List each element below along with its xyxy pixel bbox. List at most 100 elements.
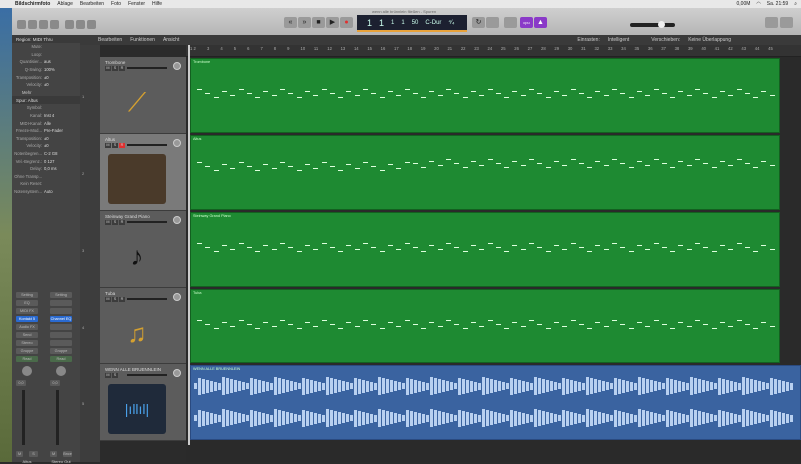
inspector-row[interactable]: Transposition: ±0 [12, 73, 80, 81]
solo-button[interactable]: S [29, 451, 38, 457]
inspector-button[interactable] [28, 20, 37, 29]
mixer-group-button[interactable]: Gruppe [16, 348, 38, 354]
menu-foto[interactable]: Foto [111, 1, 121, 7]
pan-knob[interactable] [56, 366, 66, 376]
search-icon[interactable]: ⌕ [794, 1, 797, 7]
inspector-value[interactable]: C-2 G8 [44, 151, 58, 156]
mute-button[interactable]: M [16, 451, 24, 457]
menu-app[interactable]: Bildschirmfoto [15, 1, 50, 7]
solo-button[interactable]: S [112, 297, 118, 302]
midi-region[interactable]: Altus [190, 135, 780, 210]
mixer-audiofx-button[interactable]: Audio FX [16, 324, 38, 330]
inspector-value[interactable]: ±0 [44, 143, 49, 148]
inspector-row[interactable]: MIDI-Kanal: Alle [12, 119, 80, 127]
track-name[interactable]: Altus [105, 137, 115, 142]
track-header[interactable]: Spur: Altus [12, 96, 80, 105]
inspector-row[interactable]: Kein Reset: [12, 180, 80, 188]
mixer-auto-button[interactable]: Read [16, 356, 38, 362]
midi-region[interactable]: Steinway Grand Piano [190, 212, 780, 287]
pan-knob[interactable] [173, 216, 181, 224]
rewind-button[interactable]: « [284, 17, 297, 28]
track-header[interactable]: Altus M S R [100, 134, 186, 211]
solo-button[interactable]: S [112, 66, 118, 71]
inspector-value[interactable]: 100% [44, 67, 55, 72]
inspector-row[interactable]: Vel.-Begrenz.: 0 127 [12, 157, 80, 165]
inspector-row[interactable]: Freeze-Mod... Pre-Fader [12, 127, 80, 135]
master-volume-slider[interactable] [630, 21, 675, 28]
inspector-row[interactable]: Kanal: Inst 4 [12, 112, 80, 120]
playhead[interactable] [188, 45, 190, 445]
solo-button[interactable]: Bnce [63, 451, 72, 457]
toolbar-button[interactable] [50, 20, 59, 29]
metronome-button[interactable]: ▲ [534, 17, 547, 28]
volume-fader[interactable] [22, 390, 25, 445]
menu-hilfe[interactable]: Hilfe [152, 1, 162, 7]
track-header[interactable]: Trombone M S R ⟋ [100, 57, 186, 134]
mixer-plugin-button[interactable]: Channel EQ [50, 316, 72, 322]
mixer-plugin-button[interactable]: Kontakt 5 [16, 316, 38, 322]
inspector-value[interactable]: 0 127 [44, 159, 54, 164]
inspector-row[interactable]: Symbol: [12, 104, 80, 112]
region-header[interactable]: Region: MIDI Thru [12, 35, 80, 43]
inspector-value[interactable]: Alle [44, 121, 51, 126]
track-header[interactable]: Tuba M S R ♫ [100, 288, 186, 364]
inspector-value[interactable]: Inst 4 [44, 113, 54, 118]
arrange-area[interactable]: Trombone Altus Steinway Grand Piano Tuba WEN… [186, 57, 801, 462]
mute-button[interactable]: M [105, 373, 111, 378]
record-button[interactable]: R [119, 66, 125, 71]
wifi-icon[interactable]: ◠ [756, 1, 760, 7]
track-name[interactable]: WENN ALLE BRUENNLEIN [105, 367, 161, 372]
inspector-value[interactable]: ±0 [44, 75, 49, 80]
mixer-output-button[interactable]: Stereo [16, 340, 38, 346]
lcd-display[interactable]: 1 1 1 1 50 C-Dur ⁴⁄₄ [357, 15, 467, 32]
track-volume-slider[interactable] [127, 298, 167, 300]
mixer-button[interactable] [76, 20, 85, 29]
edit-menu[interactable]: Bearbeiten [98, 37, 122, 43]
mixer-audiofx-button[interactable] [50, 324, 72, 330]
smart-controls-button[interactable] [65, 20, 74, 29]
inspector-row[interactable]: Notenbegren... C-2 G8 [12, 150, 80, 158]
menu-ablage[interactable]: Ablage [57, 1, 73, 7]
track-volume-slider[interactable] [127, 144, 167, 146]
editors-button[interactable] [87, 20, 96, 29]
pan-knob[interactable] [173, 369, 181, 377]
browser-button[interactable] [780, 17, 793, 28]
solo-button[interactable]: S [112, 143, 118, 148]
midi-region[interactable]: Tuba [190, 289, 780, 363]
mixer-midifx-button[interactable] [50, 308, 72, 314]
audio-region[interactable]: WENN ALLE BRUENNLEIN [190, 365, 801, 440]
track-volume-slider[interactable] [127, 221, 167, 223]
inspector-value[interactable]: ±0 [44, 82, 49, 87]
mute-button[interactable]: M [105, 297, 111, 302]
track-volume-slider[interactable] [127, 67, 167, 69]
inspector-row[interactable]: Q-Swing: 100% [12, 66, 80, 74]
mixer-eq-button[interactable]: EQ [16, 300, 38, 306]
inspector-row[interactable]: Mute: [12, 43, 80, 51]
drag-select[interactable]: Keine Überlappung [688, 37, 731, 43]
clock[interactable]: Sa. 21:59 [767, 1, 788, 7]
inspector-row[interactable]: Loop: [12, 51, 80, 59]
inspector-row[interactable]: Velocity: ±0 [12, 142, 80, 150]
mixer-setting-button[interactable]: Setting [16, 292, 38, 298]
track-name[interactable]: Steinway Grand Piano [105, 214, 150, 219]
cycle-button[interactable]: ↻ [472, 17, 485, 28]
mixer-send-button[interactable]: Send [16, 332, 38, 338]
punch-button[interactable] [504, 17, 517, 28]
inspector-row[interactable]: Transposition: ±0 [12, 135, 80, 143]
mute-button[interactable]: M [105, 143, 111, 148]
mixer-midifx-button[interactable]: MIDI FX [16, 308, 38, 314]
mixer-eq-button[interactable] [50, 300, 72, 306]
list-editors-button[interactable] [765, 17, 778, 28]
stop-button[interactable]: ■ [312, 17, 325, 28]
count-in-button[interactable]: cpu [520, 17, 533, 28]
inspector-value[interactable]: Pre-Fader [44, 128, 63, 133]
track-header[interactable]: Steinway Grand Piano M S R ♪ [100, 211, 186, 288]
track-name[interactable]: Trombone [105, 60, 125, 65]
track-volume-slider[interactable] [127, 374, 167, 376]
ruler[interactable]: 1 2 3 4 5 6 7 8 9 10 11 12 13 14 15 16 17 18 19 20 21 22 23 24… [186, 45, 801, 57]
track-name[interactable]: Tuba [105, 291, 115, 296]
midi-region[interactable]: Trombone [190, 58, 780, 133]
mute-button[interactable]: M [50, 451, 58, 457]
record-button[interactable]: R [119, 143, 125, 148]
mute-button[interactable]: M [105, 220, 111, 225]
